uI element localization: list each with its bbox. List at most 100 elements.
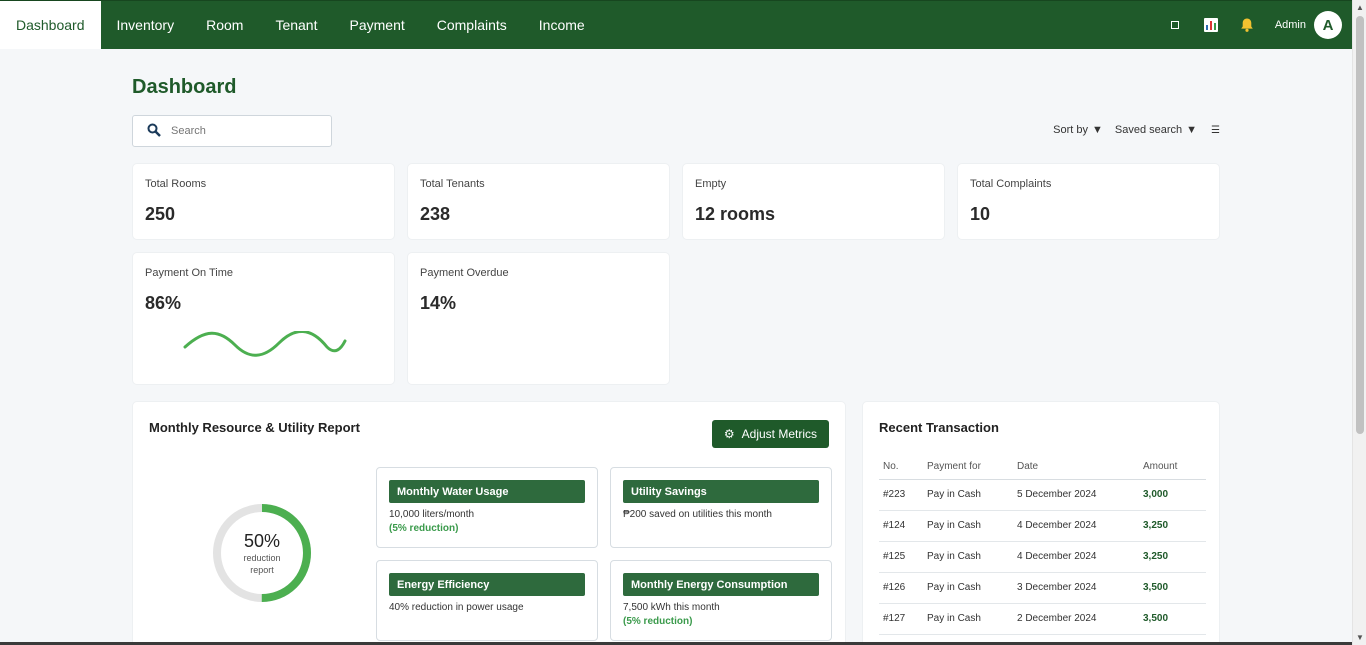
stat-card-empty: Empty 12 rooms [682,163,945,240]
cell-amount: 3,250 [1139,541,1206,573]
metric-text: 40% reduction in power usage [389,602,524,613]
cell-no: #125 [879,541,923,573]
reduction-donut: 50% reduction report [211,502,313,604]
stat-value: 250 [145,204,176,224]
tab-room[interactable]: Room [190,1,259,49]
stat-label: Total Tenants [420,178,485,190]
stat-label: Total Rooms [145,178,207,190]
metric-text: ₱200 saved on utilities this month [623,509,772,520]
tab-income[interactable]: Income [523,1,601,49]
scroll-down-icon[interactable]: ▼ [1356,633,1364,642]
menu-icon[interactable]: ☰ [1211,125,1220,136]
stat-label: Total Complaints [970,178,1052,190]
sort-by-label: Sort by [1053,124,1088,136]
tab-inventory[interactable]: Inventory [101,1,191,49]
cell-payment-for: Pay in Cash [923,541,1013,573]
cell-no: #127 [879,603,923,635]
transactions-title: Recent Transaction [879,420,999,435]
stat-label: Empty [695,178,727,190]
stat-label: Payment Overdue [420,267,509,279]
stat-value: 238 [420,204,451,224]
report-title: Monthly Resource & Utility Report [149,420,360,435]
stat-card-total-tenants: Total Tenants 238 [407,163,670,240]
metric-card-energy-efficiency: Energy Efficiency 40% reduction in power… [376,560,598,641]
stat-card-total-rooms: Total Rooms 250 [132,163,395,240]
metric-sub: (5% reduction) [623,616,693,627]
metric-title: Monthly Energy Consumption [623,573,819,596]
scroll-up-icon[interactable]: ▲ [1356,3,1364,12]
donut-sub-line1: reduction [243,552,281,563]
search-input[interactable] [171,125,311,137]
page-title: Dashboard [132,76,237,98]
transactions-table: No. Payment for Date Amount #223 Pay in … [879,454,1206,635]
user-label: Admin [1274,19,1306,31]
search-icon [147,123,161,140]
cell-amount: 3,250 [1139,510,1206,542]
adjust-metrics-label: Adjust Metrics [741,427,817,441]
bell-icon[interactable] [1237,15,1257,35]
cell-no: #124 [879,510,923,542]
trend-sparkline [183,331,347,357]
stat-value: 12 rooms [695,204,776,224]
table-row[interactable]: #223 Pay in Cash 5 December 2024 3,000 [879,479,1206,511]
tab-complaints[interactable]: Complaints [421,1,523,49]
scrollbar-thumb[interactable] [1356,16,1364,434]
monthly-report-panel: Monthly Resource & Utility Report ⚙ Adju… [132,401,846,645]
metric-card-water-usage: Monthly Water Usage 10,000 liters/month … [376,467,598,548]
metric-title: Monthly Water Usage [389,480,585,503]
caret-down-icon: ▼ [1186,124,1198,136]
cell-date: 4 December 2024 [1013,510,1139,542]
column-header: Date [1013,454,1139,480]
stat-card-total-complaints: Total Complaints 10 [957,163,1220,240]
column-header: No. [879,454,923,480]
stat-label: Payment On Time [145,267,234,279]
metric-card-energy-consumption: Monthly Energy Consumption 7,500 kWh thi… [610,560,832,641]
metric-card-utility-savings: Utility Savings ₱200 saved on utilities … [610,467,832,548]
metric-sub: (5% reduction) [389,523,459,534]
scrollbar[interactable]: ▲ ▼ [1352,0,1366,645]
sort-by-dropdown[interactable]: Sort by ▼ [1053,124,1103,136]
table-row[interactable]: #125 Pay in Cash 4 December 2024 3,250 [879,541,1206,573]
toolbar: Sort by ▼ Saved search ▼ ☰ [1041,124,1220,136]
caret-down-icon: ▼ [1091,124,1103,136]
cell-amount: 3,000 [1139,479,1206,511]
stat-value: 10 [970,204,991,224]
top-nav: Dashboard Inventory Room Tenant Payment … [0,0,1352,49]
column-header: Amount [1139,454,1206,480]
adjust-metrics-button[interactable]: ⚙ Adjust Metrics [711,420,829,448]
square-icon[interactable] [1165,15,1185,35]
table-row[interactable]: #124 Pay in Cash 4 December 2024 3,250 [879,510,1206,542]
bar-chart-icon[interactable] [1201,15,1221,35]
saved-search-label: Saved search [1114,124,1183,136]
avatar[interactable]: A [1314,11,1342,39]
cell-date: 4 December 2024 [1013,541,1139,573]
saved-search-dropdown[interactable]: Saved search ▼ [1115,124,1197,136]
cell-payment-for: Pay in Cash [923,603,1013,635]
tab-dashboard[interactable]: Dashboard [0,1,101,49]
donut-percent: 50% [243,530,281,551]
cell-date: 3 December 2024 [1013,572,1139,604]
cell-date: 2 December 2024 [1013,603,1139,635]
stat-value: 14% [420,293,457,313]
search-box[interactable] [132,115,332,147]
metric-text: 10,000 liters/month [389,509,475,520]
cell-payment-for: Pay in Cash [923,510,1013,542]
metric-text: 7,500 kWh this month [623,602,720,613]
donut-sub-line2: report [250,564,274,575]
cell-payment-for: Pay in Cash [923,479,1013,511]
table-row[interactable]: #127 Pay in Cash 2 December 2024 3,500 [879,603,1206,635]
cell-amount: 3,500 [1139,572,1206,604]
gear-icon: ⚙ [723,427,735,441]
metric-title: Utility Savings [623,480,819,503]
cell-payment-for: Pay in Cash [923,572,1013,604]
recent-transactions-panel: Recent Transaction No. Payment for Date … [862,401,1220,645]
cell-amount: 3,500 [1139,603,1206,635]
stat-card-payment-overdue: Payment Overdue 14% [407,252,670,385]
tab-payment[interactable]: Payment [334,1,421,49]
stat-card-payment-on-time: Payment On Time 86% [132,252,395,385]
cell-date: 5 December 2024 [1013,479,1139,511]
table-row[interactable]: #126 Pay in Cash 3 December 2024 3,500 [879,572,1206,604]
cell-no: #126 [879,572,923,604]
cell-no: #223 [879,479,923,511]
tab-tenant[interactable]: Tenant [259,1,333,49]
